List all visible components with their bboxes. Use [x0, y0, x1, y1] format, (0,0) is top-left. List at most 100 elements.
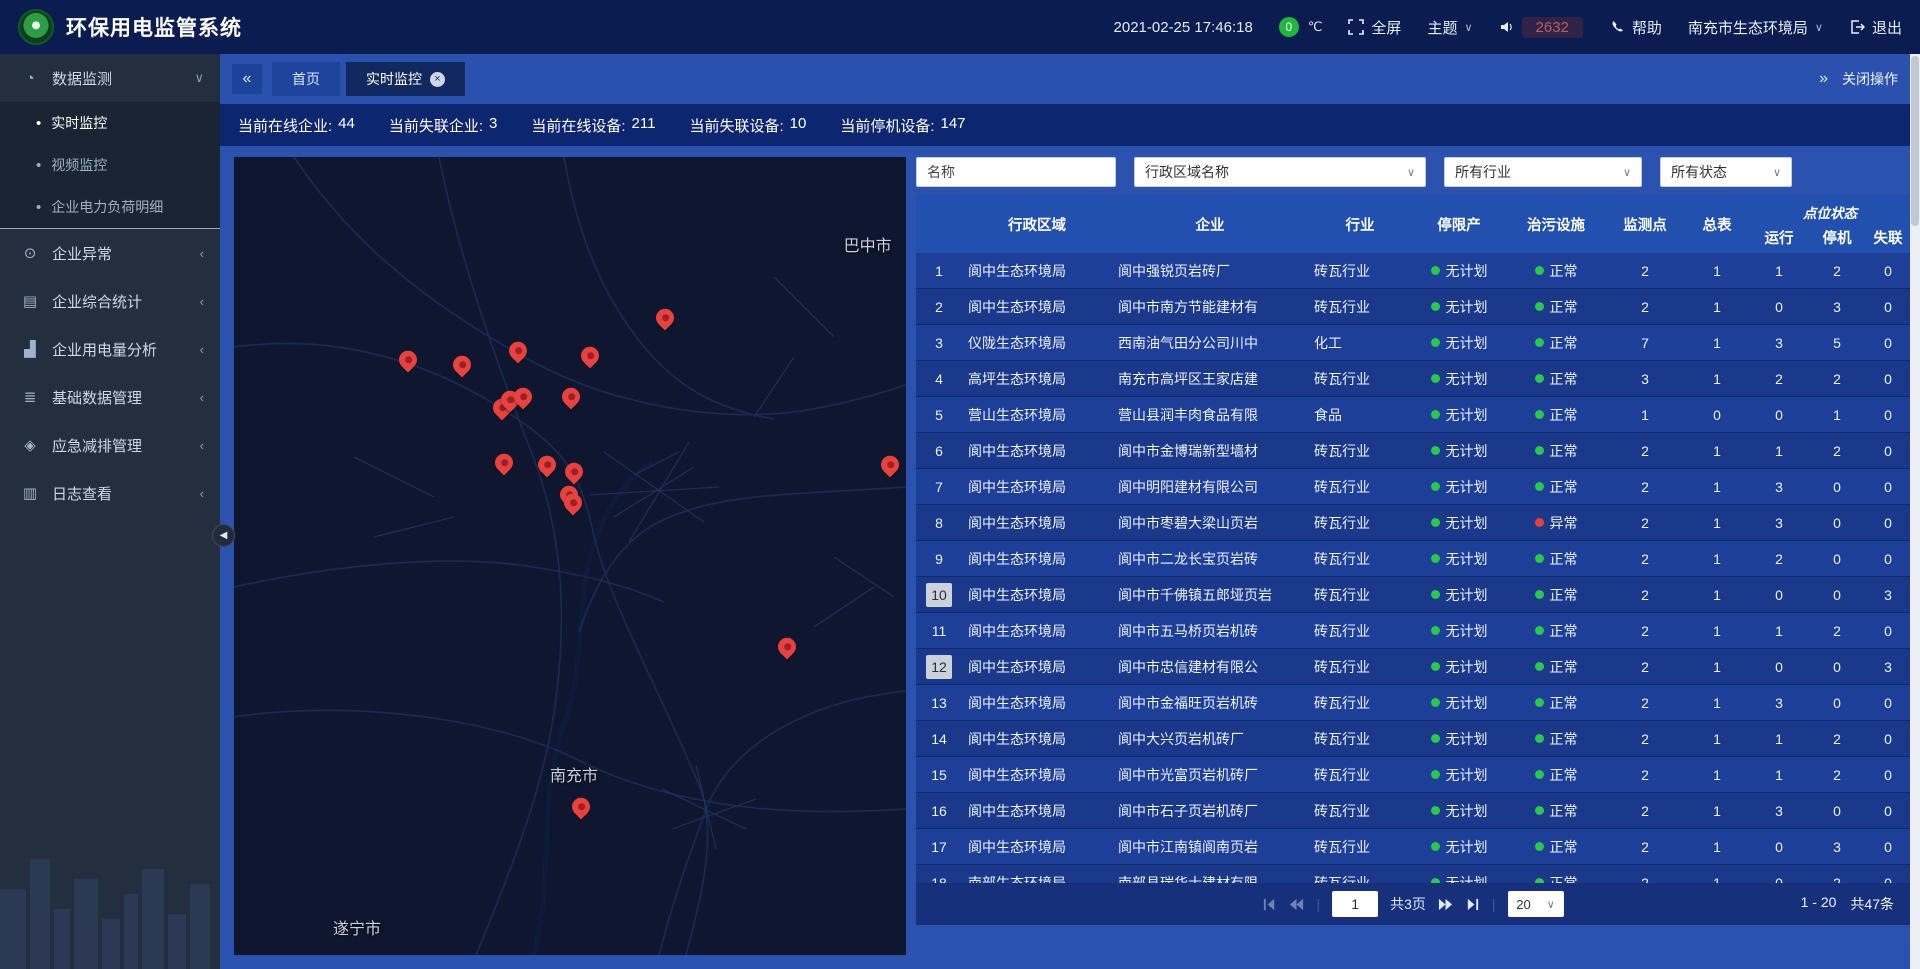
cell-points: 2 [1606, 587, 1684, 603]
tab-close-icon[interactable]: × [430, 72, 445, 87]
page-number-input[interactable] [1332, 891, 1378, 917]
table-row[interactable]: 7阆中生态环境局阆中明阳建材有限公司砖瓦行业无计划正常21300 [916, 469, 1910, 505]
table-row[interactable]: 10阆中生态环境局阆中市千佛镇五郎垭页岩砖瓦行业无计划正常21003 [916, 577, 1910, 613]
logout-icon [1849, 19, 1865, 35]
sidebar-item-0-0[interactable]: •实时监控 [0, 102, 220, 144]
status-dot [1431, 842, 1440, 851]
logout-button[interactable]: 退出 [1849, 17, 1902, 38]
cell-run: 1 [1750, 623, 1808, 639]
table-row[interactable]: 8阆中生态环境局阆中市枣碧大梁山页岩砖瓦行业无计划异常21300 [916, 505, 1910, 541]
cell-lost: 0 [1866, 731, 1910, 747]
cell-region: 南部生态环境局 [962, 873, 1112, 884]
last-page-button[interactable] [1465, 897, 1480, 912]
table-row[interactable]: 18南部生态环境局南部县瑞华士建材有限砖瓦行业无计划正常21020 [916, 865, 1910, 883]
map-pin[interactable] [569, 794, 594, 819]
map-pin[interactable] [395, 347, 420, 372]
double-chevron-right-icon[interactable]: » [1819, 70, 1828, 88]
status-filter-select[interactable]: 所有状态 ∨ [1660, 157, 1792, 187]
col-facility: 治污设施 [1506, 214, 1606, 235]
temperature-badge: 0 [1279, 17, 1299, 37]
cell-lost: 0 [1866, 263, 1910, 279]
sidebar-group-label: 企业综合统计 [52, 291, 188, 312]
cell-total-meter: 1 [1684, 839, 1750, 855]
org-dropdown[interactable]: 南充市生态环境局 ∨ [1688, 17, 1823, 38]
prev-page-button[interactable] [1289, 897, 1304, 912]
tab-realtime-monitor[interactable]: 实时监控 × [346, 62, 465, 96]
sidebar-group-3[interactable]: ▟企业用电量分析‹ [0, 325, 220, 373]
table-row[interactable]: 2阆中生态环境局阆中市南方节能建材有砖瓦行业无计划正常21030 [916, 289, 1910, 325]
help-button[interactable]: 帮助 [1609, 17, 1662, 38]
cell-lost: 0 [1866, 371, 1910, 387]
close-operations-button[interactable]: 关闭操作 [1842, 69, 1898, 89]
next-page-button[interactable] [1438, 897, 1453, 912]
map-pin[interactable] [558, 384, 583, 409]
sidebar-group-6[interactable]: ▥日志查看‹ [0, 469, 220, 517]
tab-scroll-left-button[interactable]: « [232, 64, 262, 94]
table-row[interactable]: 12阆中生态环境局阆中市忠信建材有限公砖瓦行业无计划正常21003 [916, 649, 1910, 685]
name-filter-input[interactable] [916, 157, 1116, 187]
row-index: 16 [916, 803, 962, 819]
map-panel[interactable]: 巴中市南充市遂宁市 [234, 157, 906, 955]
table-row[interactable]: 6阆中生态环境局阆中市金博瑞新型墙材砖瓦行业无计划正常21120 [916, 433, 1910, 469]
table-row[interactable]: 17阆中生态环境局阆中市江南镇阆南页岩砖瓦行业无计划正常21030 [916, 829, 1910, 865]
cell-points: 2 [1606, 515, 1684, 531]
map-pin[interactable] [491, 450, 516, 475]
sidebar-collapse-button[interactable]: ◀ [212, 524, 235, 547]
sidebar-group-1[interactable]: ⊙企业异常‹ [0, 229, 220, 277]
map-pin[interactable] [577, 343, 602, 368]
table-row[interactable]: 9阆中生态环境局阆中市二龙长宝页岩砖砖瓦行业无计划正常21200 [916, 541, 1910, 577]
stat-label: 当前失联企业: [389, 115, 483, 136]
sidebar-item-0-2[interactable]: •企业电力负荷明细 [0, 186, 220, 228]
cell-points: 2 [1606, 839, 1684, 855]
sidebar-group-label: 数据监测 [52, 68, 182, 89]
sidebar: ◔数据监测∨•实时监控•视频监控•企业电力负荷明细⊙企业异常‹▤企业综合统计‹▟… [0, 54, 220, 969]
map-pin[interactable] [505, 338, 530, 363]
sidebar-group-5[interactable]: ◈应急减排管理‹ [0, 421, 220, 469]
chevron-down-icon: ∨ [194, 70, 204, 86]
table-row[interactable]: 5营山生态环境局营山县润丰肉食品有限食品无计划正常10010 [916, 397, 1910, 433]
tab-home[interactable]: 首页 [272, 62, 340, 96]
table-row[interactable]: 4高坪生态环境局南充市高坪区王家店建砖瓦行业无计划正常31220 [916, 361, 1910, 397]
map-pin[interactable] [774, 634, 799, 659]
temperature-unit: ℃ [1308, 19, 1323, 35]
table-row[interactable]: 16阆中生态环境局阆中市石子页岩机砖厂砖瓦行业无计划正常21300 [916, 793, 1910, 829]
app-logo [18, 9, 54, 45]
row-index: 17 [916, 839, 962, 855]
page-size-select[interactable]: 20 ∨ [1508, 891, 1564, 917]
sidebar-group-2[interactable]: ▤企业综合统计‹ [0, 277, 220, 325]
chevron-down-icon: ∨ [1623, 166, 1631, 179]
scrollbar-thumb[interactable] [1911, 56, 1919, 226]
row-index: 9 [916, 551, 962, 567]
alarm-indicator[interactable]: 2632 [1499, 17, 1583, 38]
table-row[interactable]: 3仪陇生态环境局西南油气田分公司川中化工无计划正常71350 [916, 325, 1910, 361]
cell-limit-status: 无计划 [1412, 333, 1506, 353]
status-dot [1431, 482, 1440, 491]
table-row[interactable]: 15阆中生态环境局阆中市光富页岩机砖厂砖瓦行业无计划正常21120 [916, 757, 1910, 793]
table-row[interactable]: 11阆中生态环境局阆中市五马桥页岩机砖砖瓦行业无计划正常21120 [916, 613, 1910, 649]
status-dot [1431, 662, 1440, 671]
prev-page-icon [1289, 897, 1304, 912]
cell-industry: 砖瓦行业 [1308, 585, 1412, 605]
map-pin[interactable] [561, 459, 586, 484]
sidebar-group-0[interactable]: ◔数据监测∨ [0, 54, 220, 102]
map-pin[interactable] [653, 305, 678, 330]
row-index: 11 [916, 623, 962, 639]
table-row[interactable]: 13阆中生态环境局阆中市金福旺页岩机砖砖瓦行业无计划正常21300 [916, 685, 1910, 721]
map-pin[interactable] [450, 352, 475, 377]
map-pin[interactable] [877, 452, 902, 477]
first-page-button[interactable] [1262, 897, 1277, 912]
chevron-left-icon: ‹ [200, 438, 204, 453]
sidebar-item-0-1[interactable]: •视频监控 [0, 144, 220, 186]
table-row[interactable]: 1阆中生态环境局阆中强锐页岩砖厂砖瓦行业无计划正常21120 [916, 253, 1910, 289]
stat-item-1: 当前失联企业:3 [389, 115, 498, 136]
cell-run: 0 [1750, 839, 1808, 855]
scrollbar[interactable] [1910, 54, 1920, 969]
theme-dropdown[interactable]: 主题 ∨ [1427, 17, 1472, 38]
table-row[interactable]: 14阆中生态环境局阆中大兴页岩机砖厂砖瓦行业无计划正常21120 [916, 721, 1910, 757]
industry-filter-select[interactable]: 所有行业 ∨ [1444, 157, 1642, 187]
row-index: 6 [916, 443, 962, 459]
region-filter-select[interactable]: 行政区域名称 ∨ [1134, 157, 1426, 187]
fullscreen-button[interactable]: 全屏 [1348, 17, 1401, 38]
map-pin[interactable] [534, 452, 559, 477]
sidebar-group-4[interactable]: ≣基础数据管理‹ [0, 373, 220, 421]
